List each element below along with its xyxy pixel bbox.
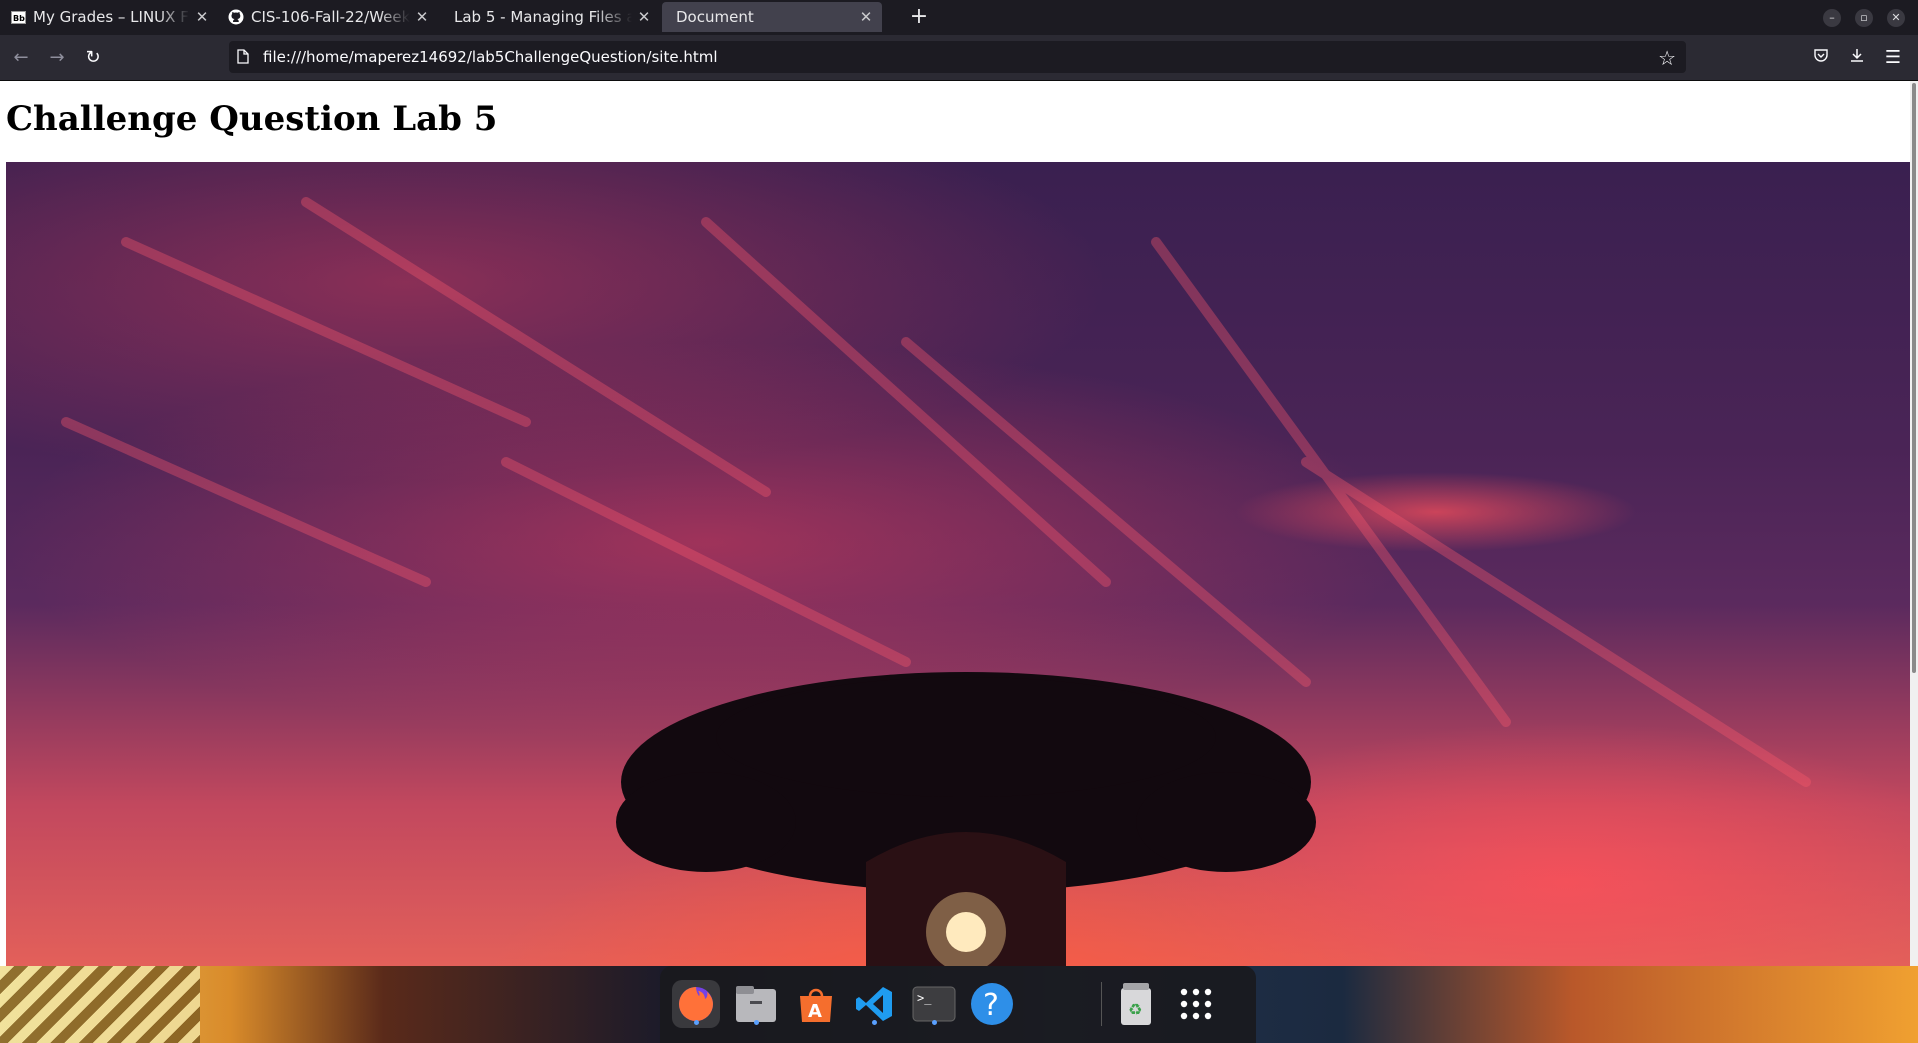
svg-text:>_: >_: [917, 991, 932, 1005]
svg-text:?: ?: [983, 988, 999, 1023]
svg-text:A: A: [808, 1001, 822, 1022]
close-icon[interactable]: ✕: [414, 9, 430, 25]
url-bar[interactable]: file:///home/maperez14692/lab5ChallengeQ…: [229, 41, 1686, 73]
desktop-wallpaper: A >_ ? ♻: [0, 966, 1918, 1043]
close-icon[interactable]: ✕: [194, 9, 210, 25]
close-icon[interactable]: ✕: [636, 9, 652, 25]
tab-my-grades[interactable]: Bb My Grades – LINUX FUNDAMENTALS ✕: [2, 2, 218, 32]
tab-lab5[interactable]: Lab 5 - Managing Files and Directories ✕: [440, 2, 660, 32]
github-icon: [228, 9, 244, 25]
new-tab-button[interactable]: +: [908, 6, 930, 28]
svg-text:Bb: Bb: [13, 14, 25, 23]
blackboard-icon: Bb: [10, 9, 26, 25]
tab-title: My Grades – LINUX FUNDAMENTALS: [33, 8, 190, 26]
menu-icon[interactable]: ☰: [1882, 47, 1904, 69]
terminal-icon[interactable]: >_: [910, 980, 958, 1028]
tab-document[interactable]: Document ✕: [662, 2, 882, 32]
url-text[interactable]: file:///home/maperez14692/lab5ChallengeQ…: [263, 48, 718, 66]
trash-icon[interactable]: ♻: [1112, 980, 1160, 1028]
page-icon: [237, 49, 249, 64]
back-button[interactable]: ←: [10, 47, 32, 69]
dock: A >_ ? ♻: [660, 966, 1256, 1043]
vscode-icon[interactable]: [850, 980, 898, 1028]
svg-text:♻: ♻: [1128, 1000, 1142, 1019]
dock-separator: [1101, 982, 1102, 1026]
files-icon[interactable]: [732, 980, 780, 1028]
minimize-button[interactable]: –: [1823, 9, 1841, 27]
running-indicator: [694, 1020, 699, 1025]
maximize-button[interactable]: ▫: [1855, 9, 1873, 27]
tab-title: Document: [676, 8, 754, 26]
tree-sunset-image: [6, 162, 1916, 966]
running-indicator: [754, 1020, 759, 1025]
forward-button[interactable]: →: [46, 47, 68, 69]
page-content: Challenge Question Lab 5: [0, 81, 1918, 966]
wallpaper-stripes: [0, 966, 200, 1043]
help-icon[interactable]: ?: [968, 980, 1016, 1028]
tree-silhouette: [61, 197, 1811, 966]
navigation-toolbar: ← → ↻ file:///home/maperez14692/lab5Chal…: [0, 35, 1918, 81]
running-indicator: [872, 1020, 877, 1025]
tab-title: CIS-106-Fall-22/Weekly_Reports: [251, 8, 410, 26]
running-indicator: [932, 1020, 937, 1025]
show-apps-icon[interactable]: [1172, 980, 1220, 1028]
close-window-button[interactable]: ✕: [1887, 9, 1905, 27]
reload-button[interactable]: ↻: [82, 47, 104, 69]
pocket-icon[interactable]: [1810, 47, 1832, 69]
tab-strip: Bb My Grades – LINUX FUNDAMENTALS ✕ CIS-…: [0, 0, 1918, 35]
tab-title: Lab 5 - Managing Files and Directories: [454, 8, 632, 26]
firefox-icon[interactable]: [672, 980, 720, 1028]
app-center-icon[interactable]: A: [792, 980, 840, 1028]
page-title: Challenge Question Lab 5: [6, 99, 498, 139]
downloads-icon[interactable]: [1846, 47, 1868, 69]
scrollbar-thumb[interactable]: [1912, 83, 1916, 673]
bookmark-star-icon[interactable]: ☆: [1658, 46, 1676, 70]
close-icon[interactable]: ✕: [858, 9, 874, 25]
scrollbar[interactable]: [1910, 81, 1918, 966]
tab-github[interactable]: CIS-106-Fall-22/Weekly_Reports ✕: [220, 2, 438, 32]
